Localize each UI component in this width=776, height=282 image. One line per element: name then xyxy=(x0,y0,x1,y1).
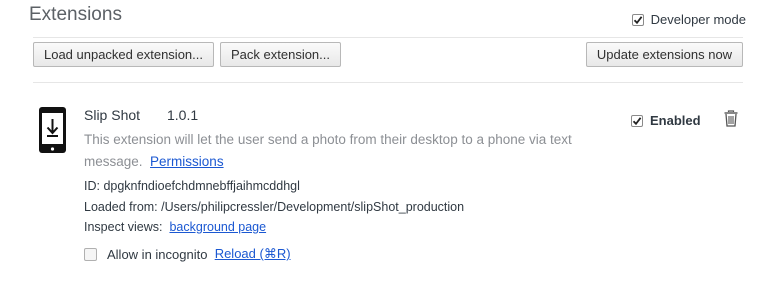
load-unpacked-button[interactable]: Load unpacked extension... xyxy=(33,42,214,67)
extension-version: 1.0.1 xyxy=(167,107,199,123)
extension-name: Slip Shot xyxy=(84,107,141,123)
developer-mode-toggle[interactable]: Developer mode xyxy=(631,12,746,27)
inspect-views-label: Inspect views: xyxy=(84,220,163,234)
incognito-row: Allow in incognito Reload (⌘R) xyxy=(84,246,291,262)
developer-mode-label: Developer mode xyxy=(650,12,746,27)
loaded-from-label: Loaded from: xyxy=(84,200,158,214)
background-page-link[interactable]: background page xyxy=(169,220,266,234)
toolbar-divider xyxy=(33,82,743,83)
checkmark-icon xyxy=(633,15,642,24)
header-divider xyxy=(33,37,743,38)
update-extensions-button[interactable]: Update extensions now xyxy=(586,42,743,67)
enabled-toggle[interactable]: Enabled xyxy=(631,113,701,128)
trash-icon[interactable] xyxy=(723,110,739,132)
extension-description: This extension will let the user send a … xyxy=(84,129,624,173)
enabled-label: Enabled xyxy=(650,113,701,128)
extension-id: ID: dpgknfndioefchdmnebffjaihmcddhgl xyxy=(84,179,300,193)
incognito-checkbox[interactable] xyxy=(84,247,97,261)
permissions-link[interactable]: Permissions xyxy=(150,154,224,169)
enabled-checkbox[interactable] xyxy=(631,114,643,127)
loaded-from-path: /Users/philipcressler/Development/slipSh… xyxy=(161,200,465,214)
phone-download-icon xyxy=(38,106,67,159)
page-title: Extensions xyxy=(29,4,122,25)
loaded-from: Loaded from: /Users/philipcressler/Devel… xyxy=(84,200,464,214)
checkmark-icon xyxy=(632,116,642,125)
developer-mode-checkbox[interactable] xyxy=(631,13,644,26)
reload-link[interactable]: Reload (⌘R) xyxy=(215,246,291,262)
inspect-views: Inspect views: background page xyxy=(84,220,266,234)
pack-extension-button[interactable]: Pack extension... xyxy=(220,42,341,67)
incognito-label: Allow in incognito xyxy=(107,246,208,262)
